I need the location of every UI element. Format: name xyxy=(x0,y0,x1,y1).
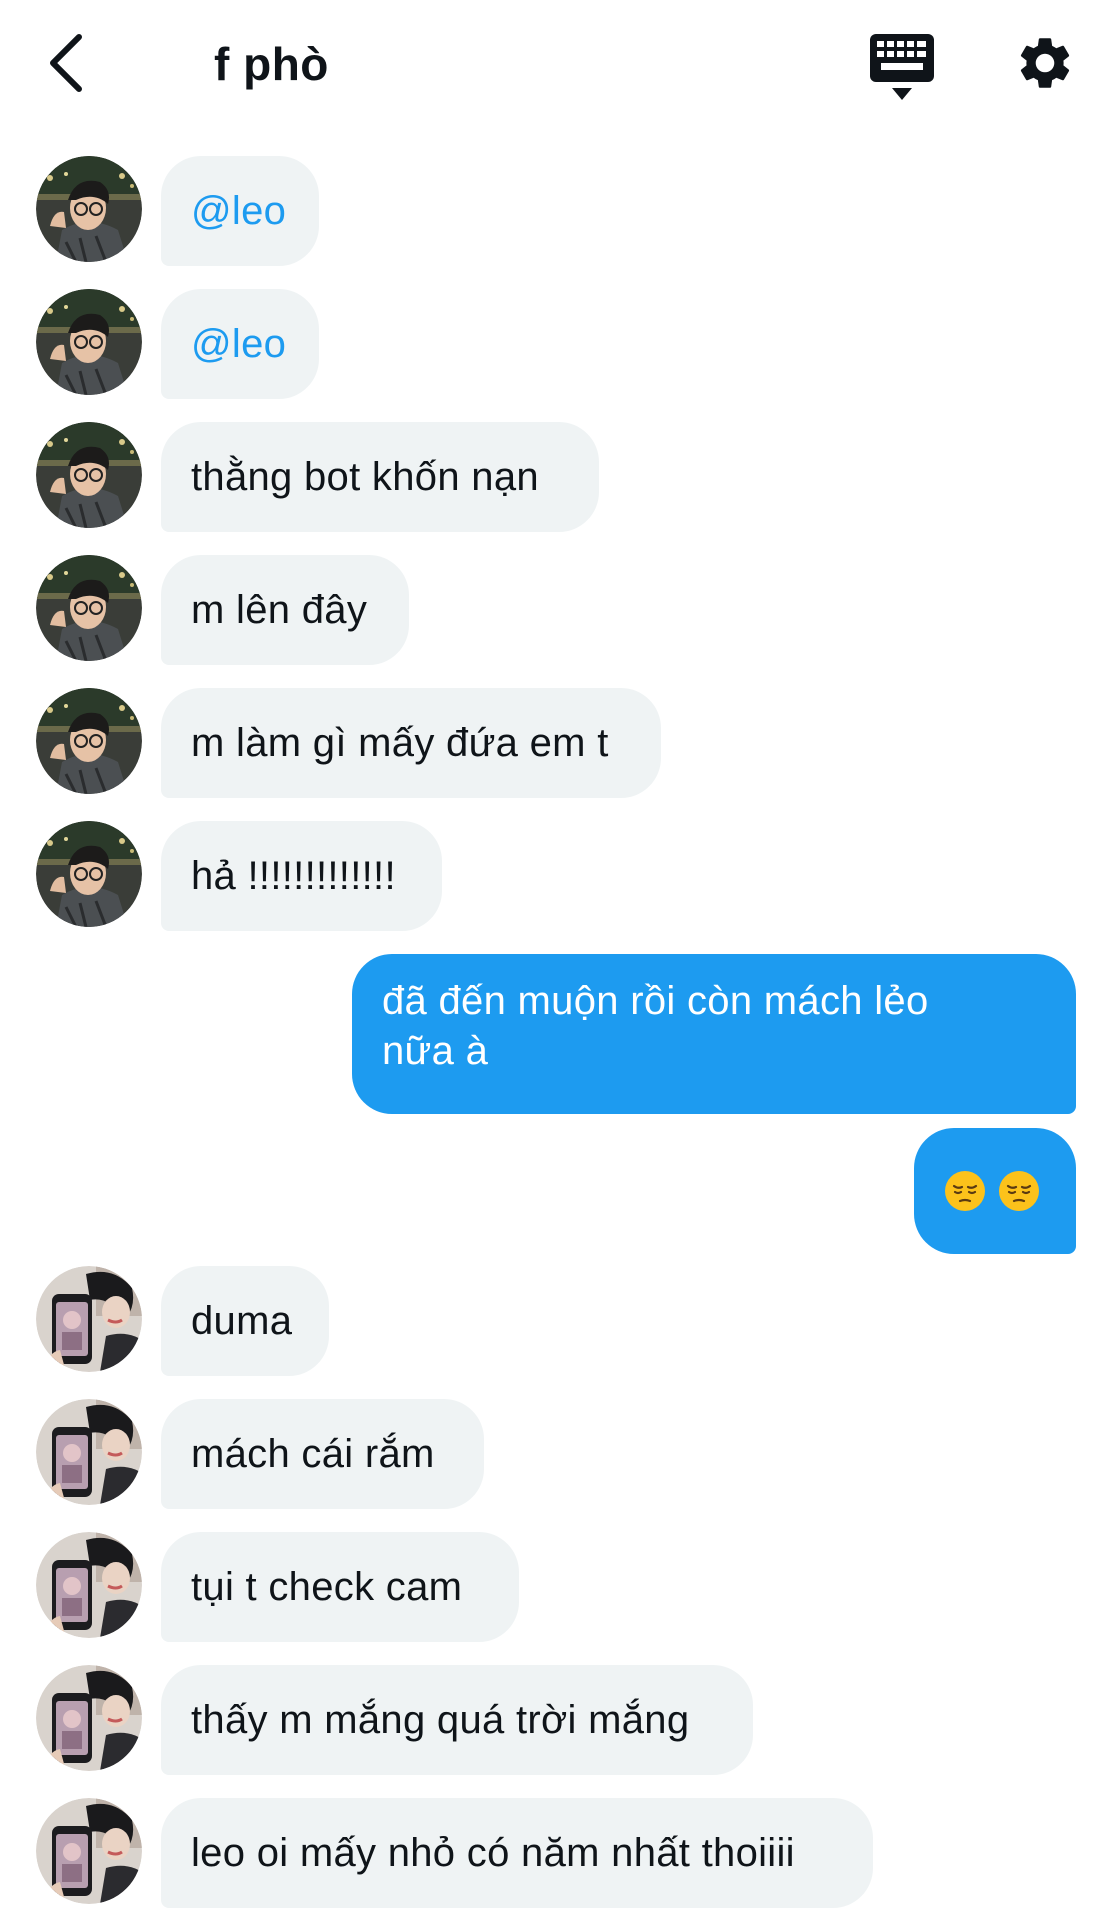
keyboard-button[interactable] xyxy=(868,30,936,102)
incoming-message-bubble[interactable]: thấy m mắng quá trời mắng xyxy=(161,1665,753,1775)
gear-icon xyxy=(1020,38,1070,88)
conversation-title[interactable]: f phò xyxy=(214,32,329,96)
chevron-left-icon xyxy=(50,34,82,92)
incoming-message-bubble[interactable]: @leo xyxy=(161,289,319,399)
incoming-message-bubble[interactable]: m lên đây xyxy=(161,555,409,665)
pensive-face-icon xyxy=(999,1171,1039,1211)
pensive-face-icon xyxy=(945,1171,985,1211)
outgoing-message-bubble[interactable] xyxy=(914,1128,1076,1254)
avatar[interactable] xyxy=(36,1798,142,1904)
incoming-message-bubble[interactable]: tụi t check cam xyxy=(161,1532,519,1642)
outgoing-message-bubble[interactable]: đã đến muộn rồi còn mách lẻo nữa à xyxy=(352,954,1076,1114)
avatar[interactable] xyxy=(36,1266,142,1372)
incoming-message-bubble[interactable]: m làm gì mấy đứa em t xyxy=(161,688,661,798)
chat-header: f phò xyxy=(0,0,1116,130)
back-button[interactable] xyxy=(40,28,90,98)
avatar[interactable] xyxy=(36,555,142,661)
avatar[interactable] xyxy=(36,289,142,395)
avatar[interactable] xyxy=(36,422,142,528)
incoming-message-bubble[interactable]: @leo xyxy=(161,156,319,266)
avatar[interactable] xyxy=(36,156,142,262)
avatar[interactable] xyxy=(36,1399,142,1505)
incoming-message-bubble[interactable]: duma xyxy=(161,1266,329,1376)
incoming-message-bubble[interactable]: thằng bot khốn nạn xyxy=(161,422,599,532)
incoming-message-bubble[interactable]: mách cái rắm xyxy=(161,1399,484,1509)
settings-button[interactable] xyxy=(1014,32,1076,94)
incoming-message-bubble[interactable]: leo oi mấy nhỏ có năm nhất thoiiii xyxy=(161,1798,873,1908)
message-text-line: nữa à xyxy=(382,1029,489,1073)
avatar[interactable] xyxy=(36,688,142,794)
incoming-message-bubble[interactable]: hả !!!!!!!!!!!!! xyxy=(161,821,442,931)
message-list: @leo @leo thằng bot khốn nạn m lên đây m… xyxy=(0,150,1116,1920)
avatar[interactable] xyxy=(36,821,142,927)
keyboard-icon xyxy=(870,34,934,100)
avatar[interactable] xyxy=(36,1665,142,1771)
message-text-line: đã đến muộn rồi còn mách lẻo xyxy=(382,979,929,1023)
avatar[interactable] xyxy=(36,1532,142,1638)
